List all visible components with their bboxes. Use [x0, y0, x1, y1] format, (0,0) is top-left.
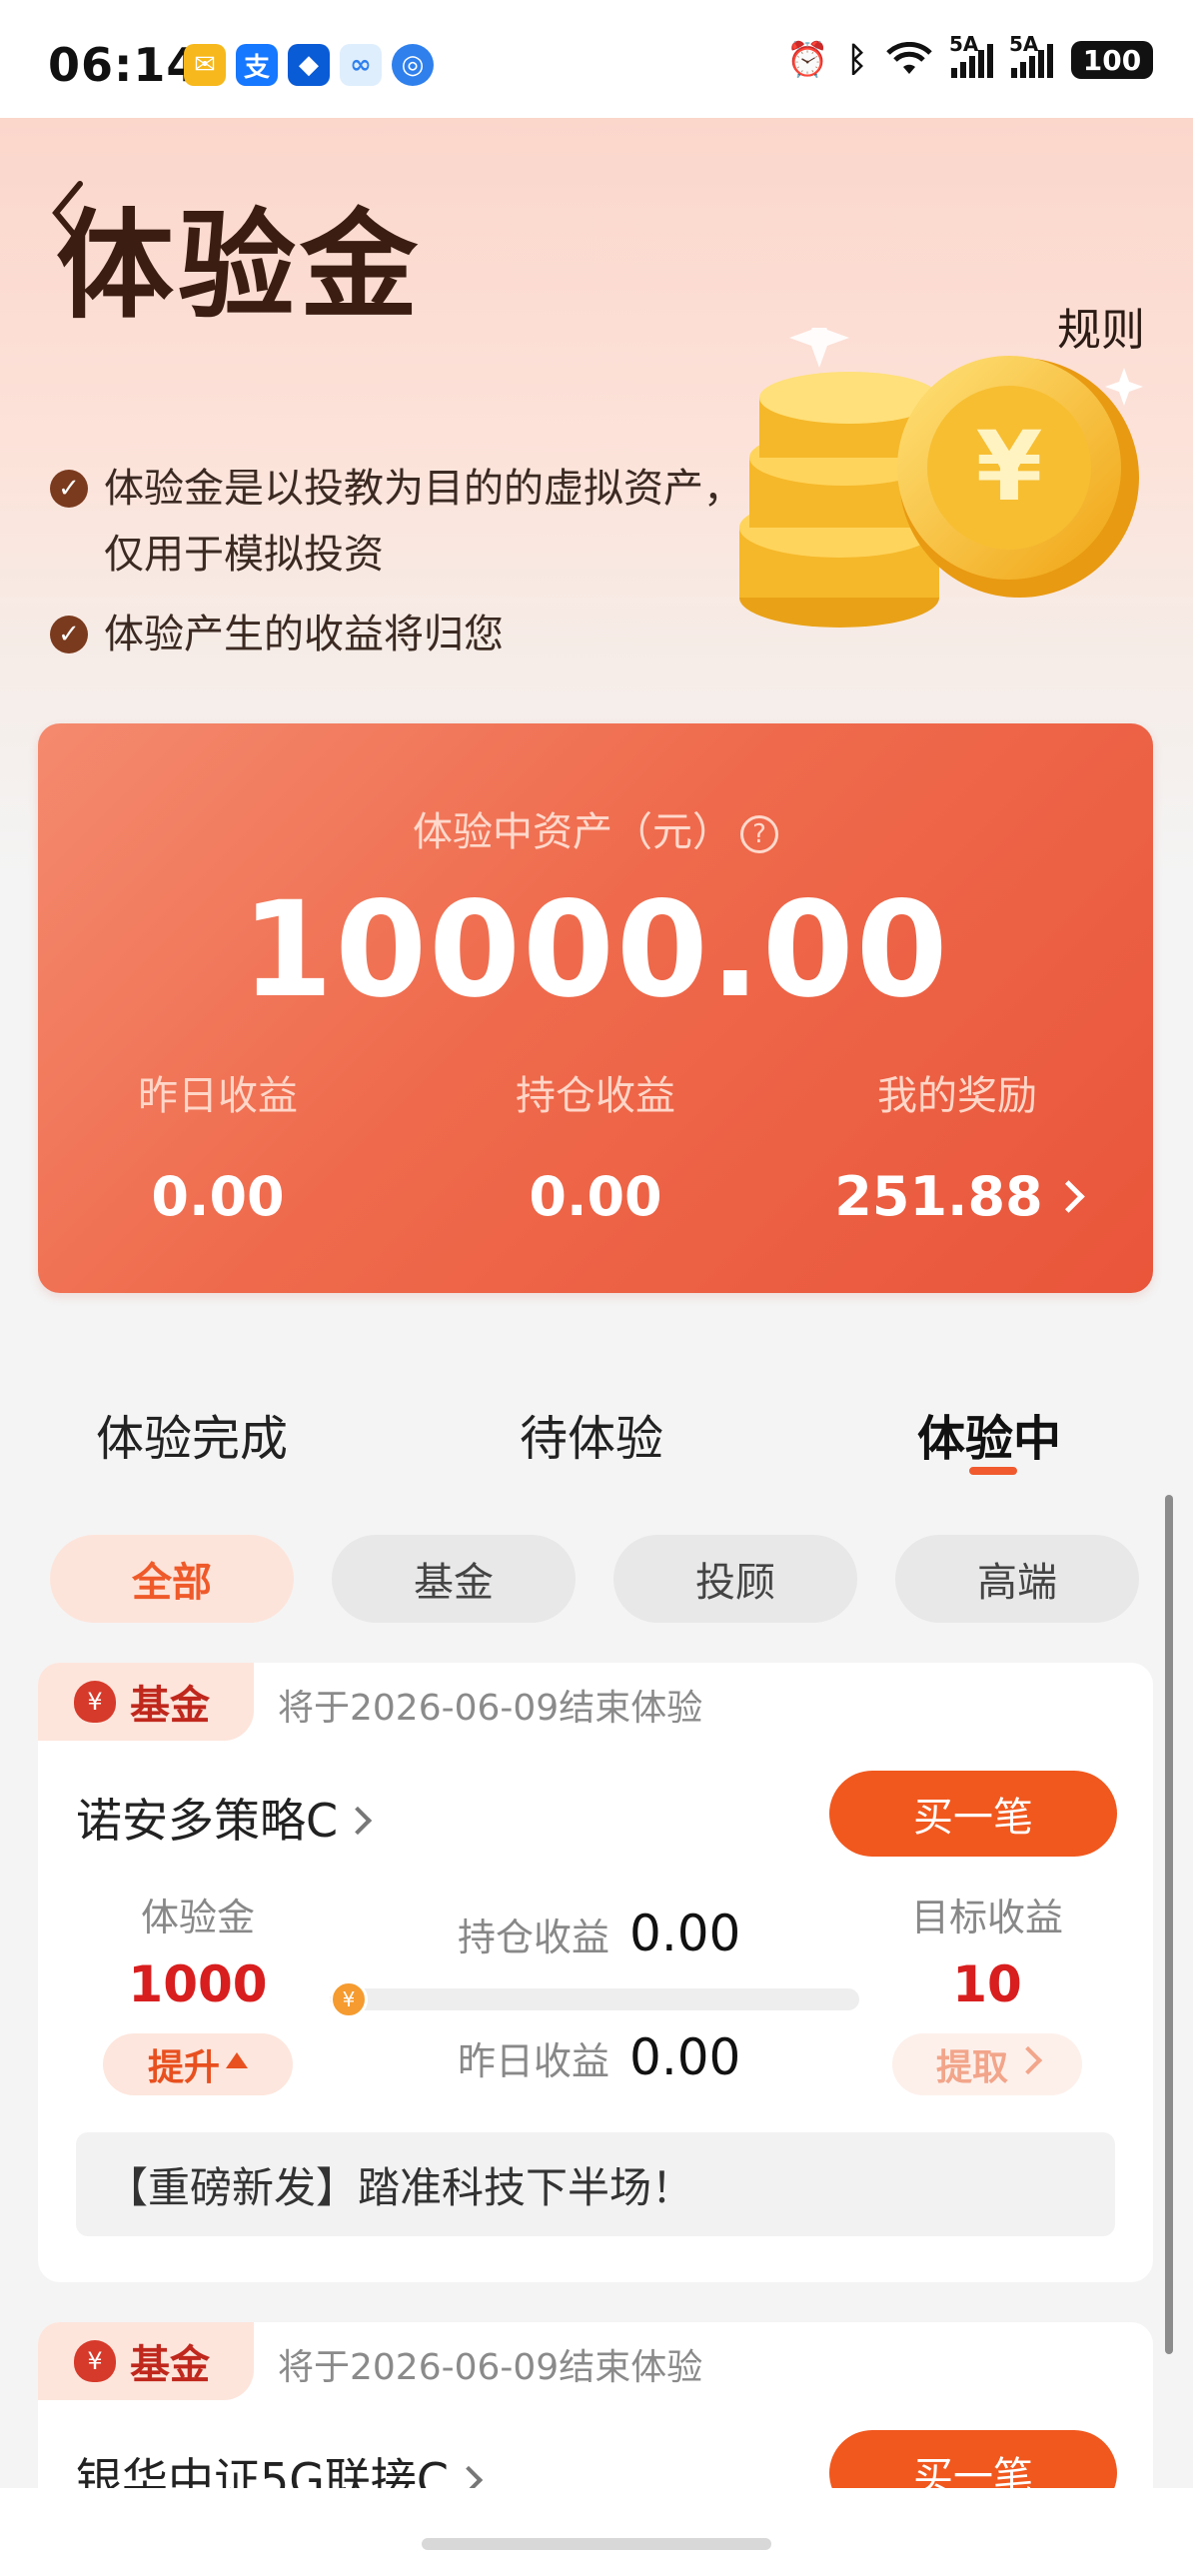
status-bar: 06:14 ✉ 支 ◆ ∞ ◎ ⏰ ᛒ 5A 5A 100: [0, 0, 1193, 118]
target-income-column: 目标收益 10 提取: [867, 1887, 1107, 2095]
alipay-app-icon: 支: [236, 44, 278, 86]
end-date-text: 将于2026-06-09结束体验: [278, 2347, 703, 2388]
navigation-bar: [0, 2488, 1193, 2576]
help-icon[interactable]: ?: [740, 815, 778, 853]
bullet-2-text: 体验产生的收益将归您: [104, 612, 504, 657]
money-bag-icon: ¥: [74, 1681, 116, 1723]
fund-type-tag: ¥ 基金: [38, 2322, 254, 2400]
fund-type-tag: ¥ 基金: [38, 1663, 254, 1741]
tab-completed[interactable]: 体验完成: [96, 1399, 288, 1469]
tab-pending[interactable]: 待体验: [520, 1399, 663, 1469]
active-tab-indicator: [969, 1467, 1017, 1475]
filter-all[interactable]: 全部: [50, 1535, 294, 1623]
news-banner[interactable]: 【重磅新发】踏准科技下半场！: [76, 2132, 1115, 2236]
stat-holding: 持仓收益 0.00: [516, 1073, 675, 1228]
system-status: ⏰ ᛒ 5A 5A 100: [786, 32, 1153, 80]
money-bag-icon: ¥: [74, 2340, 116, 2382]
bluetooth-icon: ᛒ: [846, 40, 867, 80]
alarm-icon: ⏰: [786, 40, 829, 80]
tab-bar: 体验完成 待体验 体验中: [0, 1379, 1193, 1489]
chevron-right-icon: [1013, 2045, 1043, 2075]
target-progress-bar: ¥: [330, 1980, 859, 2018]
holding-income-row: 持仓收益 0.00: [458, 1905, 741, 1962]
filter-advisor[interactable]: 投顾: [613, 1535, 857, 1623]
safari-like-app-icon: ◎: [392, 44, 434, 86]
svg-text:¥: ¥: [976, 411, 1043, 523]
chevron-right-icon: [1051, 1180, 1085, 1213]
battery-icon: 100: [1071, 41, 1153, 79]
fund-name-link[interactable]: 诺安多策略C: [76, 1785, 373, 1851]
mail-app-icon: ✉: [184, 44, 226, 86]
home-indicator[interactable]: [422, 2538, 771, 2550]
chevron-right-icon: [343, 1806, 373, 1835]
gold-coins-illustration: ¥: [739, 328, 1143, 628]
cellular-signal-2-icon: 5A: [1009, 32, 1053, 78]
bank-app-icon: ◆: [288, 44, 330, 86]
check-icon: ✓: [50, 616, 88, 653]
bullet-2: ✓ 体验产生的收益将归您: [50, 602, 743, 667]
withdraw-button[interactable]: 提取: [892, 2033, 1082, 2095]
coin-progress-icon: ¥: [330, 1980, 368, 2018]
trial-amount-column: 体验金 1000 提升: [78, 1887, 318, 2095]
bullet-1-text: 体验金是以投教为目的的虚拟资产，仅用于模拟投资: [104, 466, 743, 578]
buy-button[interactable]: 买一笔: [829, 1771, 1117, 1857]
upgrade-button[interactable]: 提升: [103, 2033, 293, 2095]
asset-label: 体验中资产（元）?: [38, 799, 1153, 857]
status-time: 06:14: [48, 38, 200, 92]
filter-fund[interactable]: 基金: [332, 1535, 576, 1623]
asset-card: 体验中资产（元）? 10000.00 昨日收益 0.00 持仓收益 0.00 我…: [38, 723, 1153, 1293]
browser-app-icon: ∞: [340, 44, 382, 86]
page-title: 体验金: [56, 197, 423, 335]
stat-my-reward[interactable]: 我的奖励 251.88: [777, 1063, 1137, 1228]
end-date-text: 将于2026-06-09结束体验: [278, 1688, 703, 1729]
tab-in-progress[interactable]: 体验中: [917, 1399, 1061, 1469]
scrollbar[interactable]: [1165, 1495, 1173, 2354]
check-icon: ✓: [50, 470, 88, 508]
arrow-up-icon: [226, 2052, 248, 2068]
yesterday-income-row: 昨日收益 0.00: [458, 2028, 741, 2086]
filter-high-end[interactable]: 高端: [895, 1535, 1139, 1623]
stat-yesterday: 昨日收益 0.00: [138, 1073, 298, 1228]
fund-card: ¥ 基金 将于2026-06-09结束体验 诺安多策略C 买一笔 体验金 100…: [38, 1663, 1153, 2282]
notification-icons: ✉ 支 ◆ ∞ ◎: [184, 44, 434, 86]
wifi-icon: [886, 42, 932, 74]
cellular-signal-1-icon: 5A: [949, 32, 993, 78]
asset-value: 10000.00: [241, 873, 950, 1027]
bullet-1: ✓ 体验金是以投教为目的的虚拟资产，仅用于模拟投资: [50, 456, 743, 588]
